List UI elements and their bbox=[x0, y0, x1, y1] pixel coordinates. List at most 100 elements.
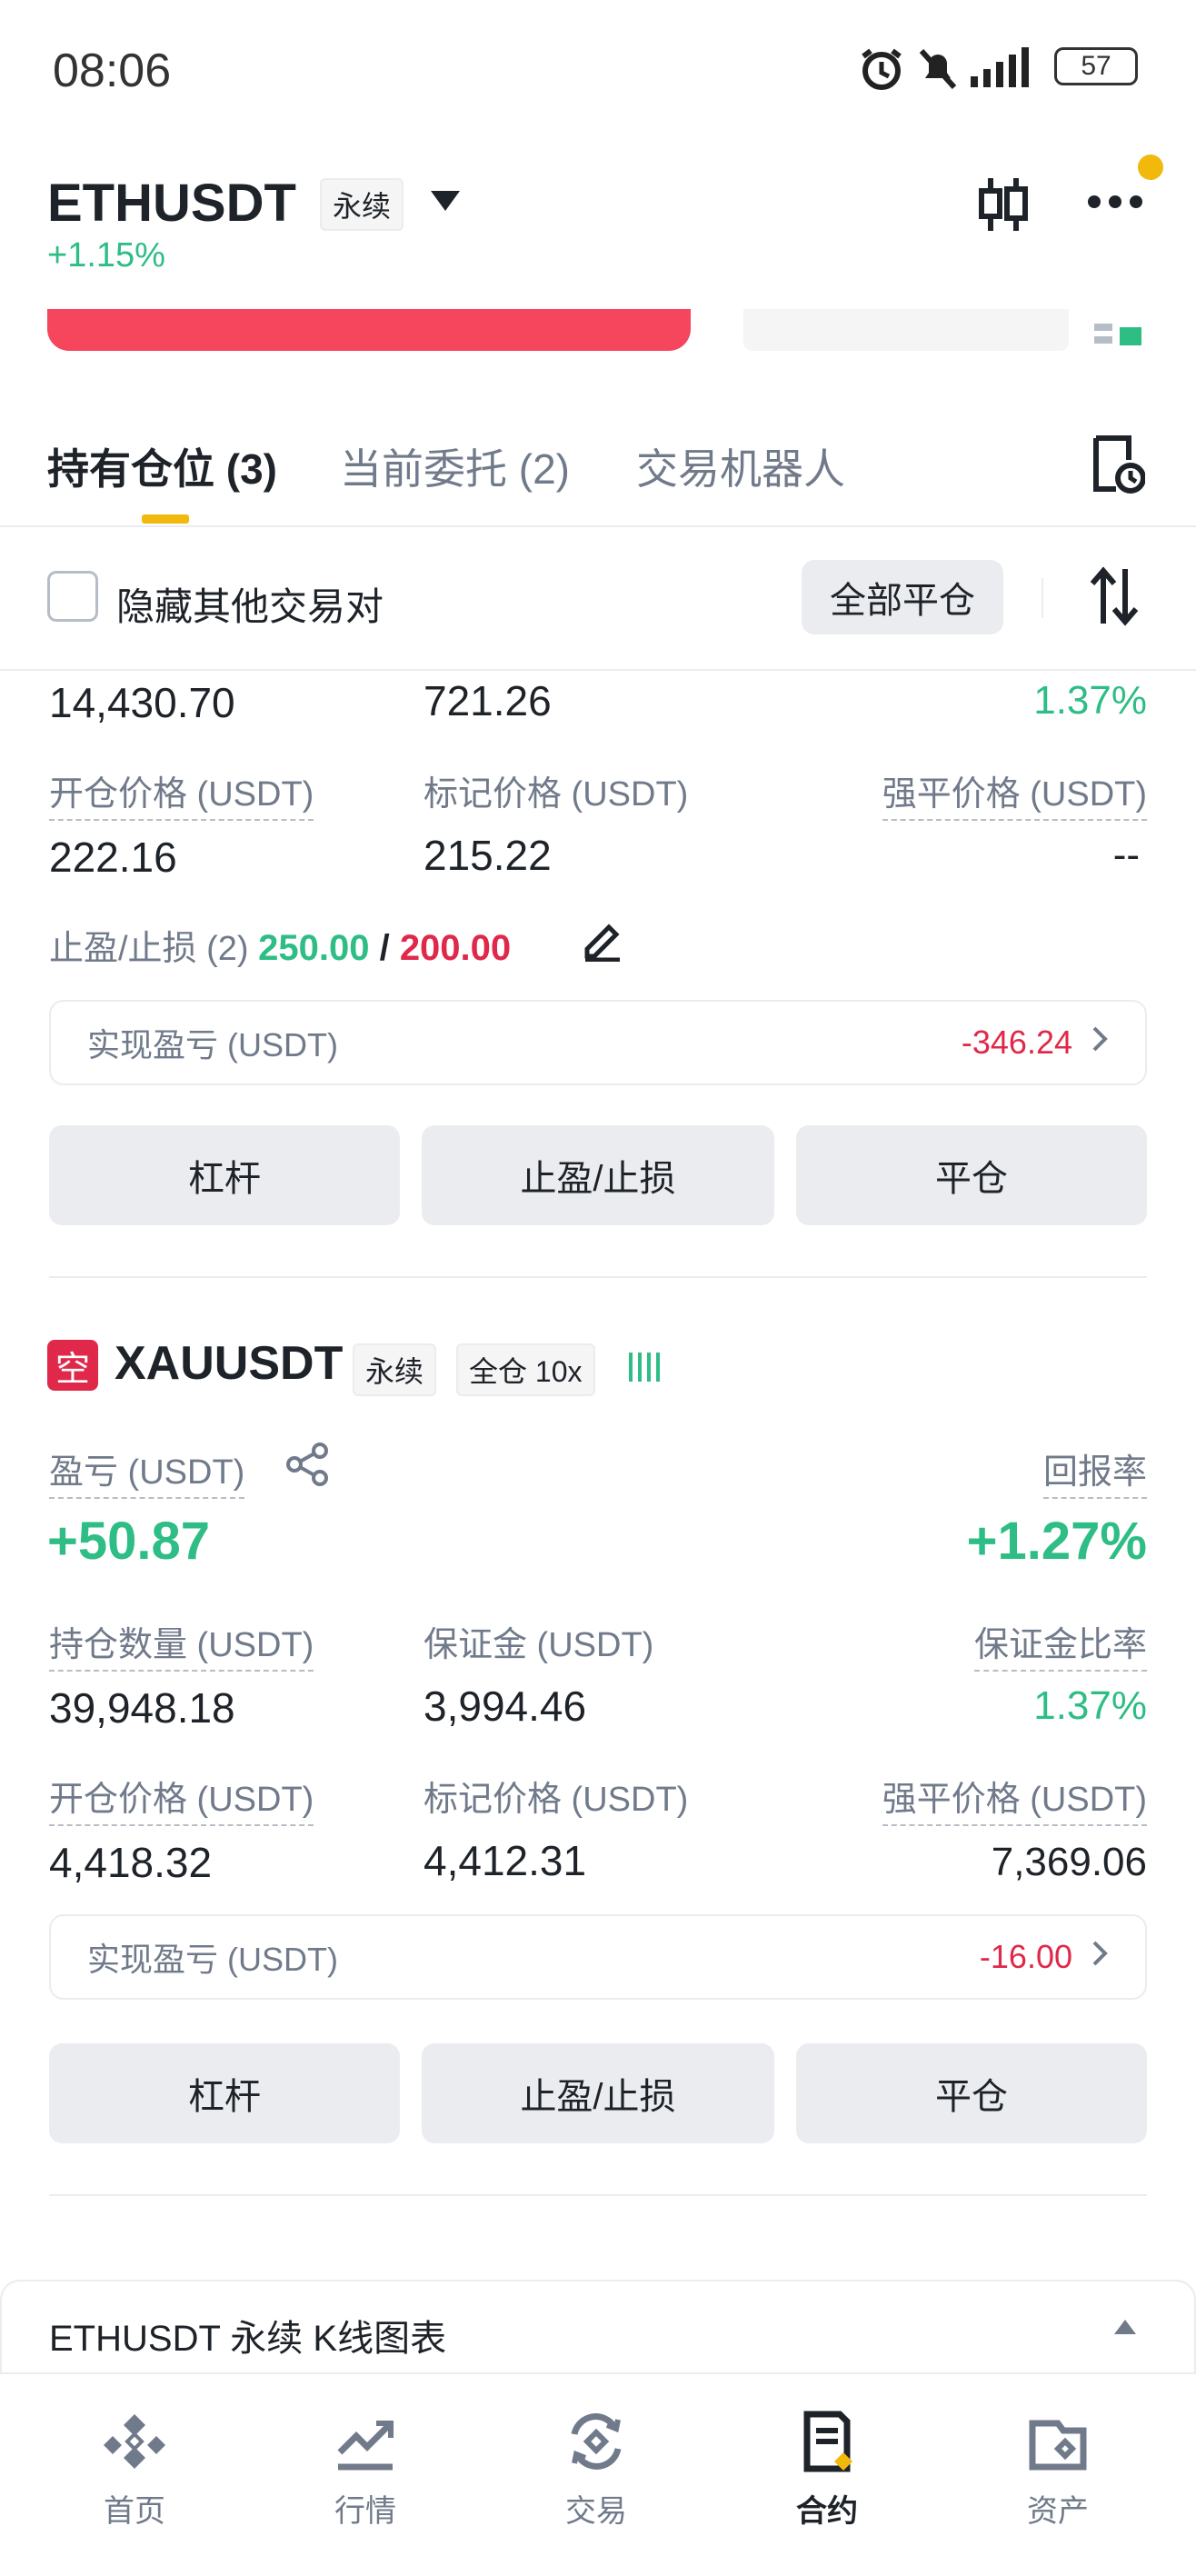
pos2-perpetual-tag: 永续 bbox=[353, 1343, 437, 1396]
nav-home[interactable]: 首页 bbox=[35, 2409, 234, 2531]
sort-icon[interactable] bbox=[1087, 565, 1141, 632]
battery-icon: 57 bbox=[1054, 47, 1138, 85]
notification-dot bbox=[1138, 155, 1163, 180]
home-icon bbox=[102, 2414, 167, 2478]
pos1-tp: 250.00 bbox=[258, 928, 370, 968]
pos1-tpsl-button-label: 止盈/止损 bbox=[520, 1159, 676, 1199]
status-time: 08:06 bbox=[53, 45, 172, 97]
pos1-size: 14,430.70 bbox=[49, 679, 235, 726]
pos2-mark-label: 标记价格 (USDT) bbox=[424, 1781, 689, 1819]
pos2-tpsl-button[interactable]: 止盈/止损 bbox=[422, 2043, 774, 2143]
caret-up-icon[interactable] bbox=[1112, 2318, 1138, 2341]
pos1-tpsl-sep: / bbox=[369, 928, 400, 968]
order-type-select-partial[interactable] bbox=[743, 309, 1069, 351]
pos2-size: 39,948.18 bbox=[49, 1684, 235, 1732]
kline-chart-label: ETHUSDT 永续 K线图表 bbox=[49, 2319, 447, 2359]
pos1-tpsl-row: 止盈/止损 (2) 250.00 / 200.00 bbox=[49, 920, 511, 970]
pos2-symbol[interactable]: XAUUSDT bbox=[115, 1336, 343, 1391]
pos2-roe: +1.27% bbox=[966, 1512, 1147, 1571]
pos2-tpsl-button-label: 止盈/止损 bbox=[520, 2077, 676, 2117]
tab-positions[interactable]: 持有仓位 (3) bbox=[47, 436, 277, 496]
pos2-leverage-button[interactable]: 杠杆 bbox=[49, 2043, 400, 2143]
chevron-right-icon bbox=[1091, 1023, 1109, 1062]
card-divider bbox=[49, 1276, 1147, 1278]
pos1-margin-ratio: 1.37% bbox=[1033, 678, 1147, 723]
more-icon[interactable] bbox=[1087, 191, 1143, 217]
hide-other-pairs-label: 隐藏其他交易对 bbox=[116, 585, 384, 628]
pos2-liq-label: 强平价格 (USDT) bbox=[882, 1771, 1147, 1826]
symbol-title[interactable]: ETHUSDT bbox=[47, 173, 296, 234]
divider bbox=[1042, 578, 1043, 618]
pos1-entry: 222.16 bbox=[49, 834, 177, 881]
pos2-realized-pnl-row[interactable]: 实现盈亏 (USDT) -16.00 bbox=[49, 1914, 1147, 2000]
pos1-sl: 200.00 bbox=[399, 928, 512, 968]
pos2-leverage-label: 杠杆 bbox=[188, 2077, 261, 2117]
pos2-ratio-label: 保证金比率 bbox=[973, 1616, 1147, 1672]
battery-level: 57 bbox=[1081, 51, 1111, 81]
tab-trading-bots[interactable]: 交易机器人 bbox=[636, 436, 845, 496]
pos1-tpsl-button[interactable]: 止盈/止损 bbox=[422, 1125, 774, 1225]
filter-row: 隐藏其他交易对 全部平仓 bbox=[0, 527, 1196, 671]
close-all-button[interactable]: 全部平仓 bbox=[802, 560, 1003, 634]
pos2-margin-ratio: 1.37% bbox=[1033, 1683, 1147, 1728]
pos2-liq: 7,369.06 bbox=[991, 1840, 1147, 1884]
risk-bars-icon bbox=[627, 1349, 663, 1390]
position-card-1: 14,430.70 721.26 1.37% 开仓价格 (USDT) 标记价格 … bbox=[0, 671, 1196, 1280]
pos2-entry: 4,418.32 bbox=[49, 1839, 213, 1886]
pos1-liq-label: 强平价格 (USDT) bbox=[882, 765, 1147, 821]
card-divider bbox=[49, 2194, 1147, 2196]
pos2-margin-mode-tag: 全仓 10x bbox=[456, 1343, 595, 1396]
nav-trade[interactable]: 交易 bbox=[496, 2409, 696, 2531]
mute-icon bbox=[916, 45, 960, 97]
tab-open-orders[interactable]: 当前委托 (2) bbox=[340, 436, 570, 496]
pos2-close-label: 平仓 bbox=[935, 2077, 1008, 2117]
header: ETHUSDT 永续 +1.15% bbox=[0, 155, 1196, 291]
pos1-realized-pnl-row[interactable]: 实现盈亏 (USDT) -346.24 bbox=[49, 1000, 1147, 1085]
pos1-entry-label: 开仓价格 (USDT) bbox=[49, 765, 314, 821]
kline-chart-bar[interactable]: ETHUSDT 永续 K线图表 bbox=[0, 2280, 1196, 2372]
sell-button-partial[interactable] bbox=[47, 309, 691, 351]
hide-other-pairs-checkbox[interactable] bbox=[47, 571, 98, 622]
pos1-mark-label: 标记价格 (USDT) bbox=[424, 775, 689, 814]
pos2-roe-label: 回报率 bbox=[1042, 1443, 1147, 1499]
nav-markets-label: 行情 bbox=[334, 2494, 396, 2529]
pos2-realized-value: -16.00 bbox=[979, 1938, 1072, 1975]
pos2-size-label: 持仓数量 (USDT) bbox=[49, 1616, 314, 1672]
pos2-margin-label: 保证金 (USDT) bbox=[424, 1626, 654, 1664]
candlestick-icon[interactable] bbox=[976, 175, 1031, 239]
nav-futures-label: 合约 bbox=[796, 2494, 858, 2529]
pos1-liq: -- bbox=[1112, 833, 1140, 877]
nav-markets[interactable]: 行情 bbox=[265, 2409, 465, 2531]
pos1-close-button[interactable]: 平仓 bbox=[796, 1125, 1147, 1225]
signal-icon bbox=[971, 47, 1040, 92]
order-history-icon[interactable] bbox=[1089, 434, 1146, 499]
caret-down-icon[interactable] bbox=[427, 187, 463, 219]
tab-indicator bbox=[142, 514, 189, 524]
alarm-icon bbox=[858, 45, 905, 97]
pos2-realized-label: 实现盈亏 (USDT) bbox=[87, 1941, 338, 1978]
pos1-realized-value: -346.24 bbox=[961, 1023, 1072, 1061]
orderbook-layout-icon[interactable] bbox=[1094, 320, 1141, 352]
pos2-close-button[interactable]: 平仓 bbox=[796, 2043, 1147, 2143]
pos2-entry-label: 开仓价格 (USDT) bbox=[49, 1771, 314, 1826]
nav-trade-label: 交易 bbox=[565, 2494, 627, 2529]
pos1-leverage-button[interactable]: 杠杆 bbox=[49, 1125, 400, 1225]
share-icon[interactable] bbox=[285, 1442, 331, 1492]
nav-assets[interactable]: 资产 bbox=[958, 2409, 1158, 2531]
price-change: +1.15% bbox=[47, 236, 165, 275]
nav-futures[interactable]: 合约 bbox=[727, 2409, 927, 2531]
pos1-margin: 721.26 bbox=[424, 677, 552, 724]
wallet-icon bbox=[1025, 2420, 1091, 2478]
position-card-2: 空 XAUUSDT 永续 全仓 10x 盈亏 (USDT) 回报率 +50.87… bbox=[0, 1309, 1196, 2154]
pos2-margin: 3,994.46 bbox=[424, 1682, 587, 1730]
trade-icon bbox=[563, 2413, 629, 2478]
pos1-realized-label: 实现盈亏 (USDT) bbox=[87, 1026, 338, 1063]
nav-home-label: 首页 bbox=[104, 2494, 165, 2529]
pos2-pnl: +50.87 bbox=[47, 1512, 211, 1571]
pos1-leverage-label: 杠杆 bbox=[188, 1159, 261, 1199]
pos1-tpsl-label: 止盈/止损 (2) bbox=[49, 930, 249, 968]
pos1-mark: 215.22 bbox=[424, 832, 552, 879]
perpetual-tag: 永续 bbox=[320, 178, 404, 231]
edit-icon[interactable] bbox=[580, 916, 625, 966]
chevron-right-icon bbox=[1091, 1938, 1109, 1976]
